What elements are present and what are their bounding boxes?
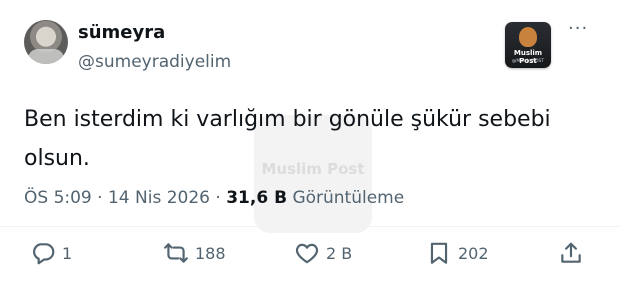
avatar[interactable] bbox=[24, 20, 68, 64]
tweet-date[interactable]: 14 Nis 2026 bbox=[108, 188, 210, 208]
divider bbox=[0, 226, 620, 227]
reply-count: 1 bbox=[62, 243, 73, 263]
reply-icon bbox=[33, 243, 55, 265]
tweet-meta: ÖS 5:09 · 14 Nis 2026 · 31,6 B Görüntüle… bbox=[24, 188, 404, 208]
meta-separator: · bbox=[97, 188, 103, 208]
share-button[interactable] bbox=[558, 238, 584, 268]
tweet-text: Ben isterdim ki varlığım bir gönüle şükü… bbox=[24, 100, 604, 178]
retweet-button[interactable]: 188 bbox=[163, 238, 226, 268]
bookmark-count: 202 bbox=[458, 243, 489, 263]
badge-subtitle: @MuslimPOST bbox=[511, 59, 545, 64]
like-button[interactable]: 2 B bbox=[294, 238, 352, 268]
meta-separator: · bbox=[215, 188, 221, 208]
like-icon bbox=[295, 243, 319, 264]
muslim-post-badge: Muslim Post @MuslimPOST bbox=[505, 22, 551, 68]
user-handle[interactable]: @sumeyradiyelim bbox=[78, 52, 231, 72]
like-count: 2 B bbox=[326, 243, 353, 263]
tweet-line-1: Ben isterdim ki varlığım bir gönüle şükü… bbox=[24, 107, 551, 132]
retweet-count: 188 bbox=[195, 243, 226, 263]
views-count: 31,6 B bbox=[226, 188, 288, 208]
bookmark-icon bbox=[430, 242, 448, 264]
tweet-line-2: olsun. bbox=[24, 146, 90, 171]
retweet-icon bbox=[164, 243, 188, 263]
more-icon[interactable]: ··· bbox=[568, 20, 588, 38]
views-label: Görüntüleme bbox=[292, 188, 405, 208]
display-name[interactable]: sümeyra bbox=[78, 22, 165, 43]
bookmark-button[interactable]: 202 bbox=[426, 238, 489, 268]
reply-button[interactable]: 1 bbox=[30, 238, 72, 268]
badge-portrait bbox=[519, 27, 537, 47]
tweet-time[interactable]: ÖS 5:09 bbox=[24, 188, 92, 208]
share-icon bbox=[561, 242, 581, 263]
